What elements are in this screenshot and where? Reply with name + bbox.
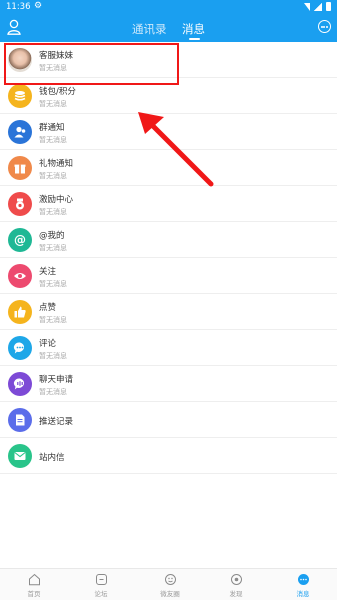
list-item-push-records[interactable]: 推送记录 — [0, 402, 337, 438]
list-item-title: 推送记录 — [39, 417, 74, 427]
tab-messages-bottom[interactable]: 消息 — [278, 573, 328, 598]
chat-request-icon — [8, 372, 32, 396]
home-icon — [28, 573, 40, 586]
list-item-incentive-center[interactable]: 激励中心 暂无消息 — [0, 186, 337, 222]
list-item-subtitle: 暂无消息 — [39, 64, 67, 72]
list-item-chat-requests[interactable]: 聊天申请 暂无消息 — [0, 366, 337, 402]
bottom-tab-bar: 首页 论坛 微友圈 发现 消息 — [0, 568, 337, 600]
status-indicators — [304, 2, 331, 11]
list-item-title: 群通知 — [39, 123, 65, 133]
active-tab-indicator — [189, 38, 200, 40]
list-item-comments[interactable]: 评论 暂无消息 — [0, 330, 337, 366]
message-list: 客服妹妹 暂无消息 钱包/积分 暂无消息 群通知 暂无消息 礼物通知 暂无消息 … — [0, 42, 337, 474]
more-icon[interactable] — [318, 20, 331, 33]
tab-label: 论坛 — [94, 590, 108, 598]
list-item-subtitle: 暂无消息 — [39, 136, 67, 144]
list-item-wallet[interactable]: 钱包/积分 暂无消息 — [0, 78, 337, 114]
list-item-customer-service[interactable]: 客服妹妹 暂无消息 — [0, 42, 337, 78]
user-icon[interactable] — [7, 19, 21, 35]
tab-label: 微友圈 — [160, 590, 180, 598]
avatar — [8, 48, 32, 72]
tab-discover[interactable]: 发现 — [211, 573, 261, 598]
list-item-title: 钱包/积分 — [39, 87, 76, 97]
list-item-subtitle: 暂无消息 — [39, 244, 67, 252]
tab-label: 消息 — [296, 590, 310, 598]
discover-icon — [230, 574, 242, 585]
tab-moments[interactable]: 微友圈 — [145, 573, 195, 598]
group-icon — [8, 120, 32, 144]
status-time: 11:36 — [6, 2, 31, 12]
coins-icon — [8, 84, 32, 108]
tab-label: 首页 — [27, 590, 41, 598]
list-item-mentions[interactable]: @ @我的 暂无消息 — [0, 222, 337, 258]
settings-gear-icon: ⚙ — [34, 1, 43, 11]
moments-icon — [164, 574, 176, 585]
gift-icon — [8, 156, 32, 180]
message-icon — [297, 574, 309, 585]
list-item-title: 聊天申请 — [39, 375, 74, 385]
list-item-title: 站内信 — [39, 453, 65, 463]
at-icon: @ — [8, 228, 32, 252]
list-item-subtitle: 暂无消息 — [39, 388, 67, 396]
mail-icon — [8, 444, 32, 468]
tab-contacts[interactable]: 通讯录 — [132, 21, 167, 37]
list-item-subtitle: 暂无消息 — [39, 352, 67, 360]
list-item-gift-notice[interactable]: 礼物通知 暂无消息 — [0, 150, 337, 186]
wifi-icon — [304, 2, 310, 11]
list-item-title: @我的 — [39, 231, 65, 241]
list-item-title: 客服妹妹 — [39, 51, 74, 61]
list-item-subtitle: 暂无消息 — [39, 208, 67, 216]
list-item-likes[interactable]: 点赞 暂无消息 — [0, 294, 337, 330]
tab-home[interactable]: 首页 — [9, 573, 59, 598]
list-item-subtitle: 暂无消息 — [39, 280, 67, 288]
status-bar: 11:36 ⚙ — [0, 0, 337, 14]
top-header: 通讯录 消息 — [0, 14, 337, 42]
list-item-title: 激励中心 — [39, 195, 74, 205]
list-item-follow[interactable]: 关注 暂无消息 — [0, 258, 337, 294]
forum-icon — [95, 574, 107, 585]
list-item-site-messages[interactable]: 站内信 — [0, 438, 337, 474]
tab-forum[interactable]: 论坛 — [76, 573, 126, 598]
list-item-subtitle: 暂无消息 — [39, 172, 67, 180]
tab-label: 发现 — [229, 590, 243, 598]
eye-icon — [8, 264, 32, 288]
list-item-title: 礼物通知 — [39, 159, 74, 169]
document-icon — [8, 408, 32, 432]
comment-icon — [8, 336, 32, 360]
signal-icon — [314, 2, 322, 11]
list-item-title: 关注 — [39, 267, 57, 277]
list-item-subtitle: 暂无消息 — [39, 316, 67, 324]
thumbs-up-icon — [8, 300, 32, 324]
list-item-group-notice[interactable]: 群通知 暂无消息 — [0, 114, 337, 150]
list-item-title: 评论 — [39, 339, 57, 349]
list-item-subtitle: 暂无消息 — [39, 100, 67, 108]
tab-messages[interactable]: 消息 — [182, 21, 205, 37]
medal-icon — [8, 192, 32, 216]
list-item-title: 点赞 — [39, 303, 57, 313]
battery-icon — [326, 2, 331, 11]
